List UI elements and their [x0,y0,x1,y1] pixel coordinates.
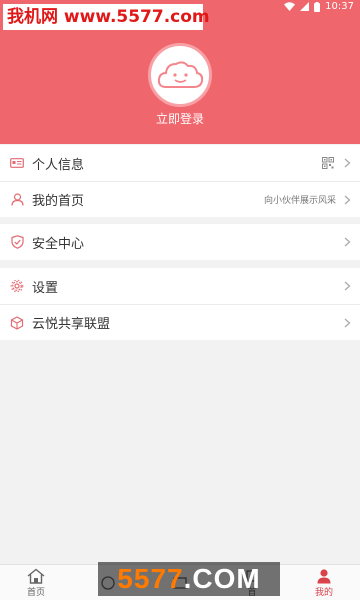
menu-group-settings: 设置 云悦共享联盟 [0,268,360,340]
profile-header: 立即登录 [0,16,360,144]
login-link[interactable]: 立即登录 [0,110,360,127]
menu-item-my-homepage[interactable]: 我的首页 向小伙伴展示风采 [0,181,360,217]
signal-icon [300,2,310,11]
menu-label: 安全中心 [32,236,85,252]
menu-label: 我的首页 [32,194,85,209]
menu-group-profile: 个人信息 我的首页 向小伙伴展示风采 [0,145,360,217]
menu-item-security-center[interactable]: 安全中心 [0,224,360,260]
menu-item-settings[interactable]: 设置 [0,268,360,304]
menu-item-personal-info[interactable]: 个人信息 [0,145,360,181]
nav-label: 首页 [26,588,45,598]
watermark-top: 我机网 www.5577.com [3,4,210,30]
watermark-domain: .COM [183,563,261,594]
watermark-number: 5577 [117,563,184,594]
watermark-bottom: 5577 .COM [98,562,280,596]
gear-icon [10,279,24,293]
status-icons: 10:37 [284,1,354,12]
menu-group-security: 安全中心 [0,224,360,260]
cube-icon [10,315,24,330]
status-time: 10:37 [325,1,354,12]
cloud-avatar-icon [157,61,204,88]
id-card-icon [10,156,24,170]
menu-label: 云悦共享联盟 [32,317,111,332]
chevron-right-icon [342,237,352,247]
nav-label: 我的 [314,588,333,598]
chevron-right-icon [342,281,352,291]
wifi-icon [284,2,296,11]
avatar[interactable] [148,43,212,107]
menu-hint: 向小伙伴展示风采 [263,196,336,206]
profile-icon [316,567,332,585]
user-icon [10,193,24,207]
chevron-right-icon [342,195,352,205]
battery-icon [314,1,321,12]
chevron-right-icon [342,318,352,328]
menu-label: 个人信息 [32,157,85,173]
qr-code-icon [322,157,334,169]
chevron-right-icon [342,158,352,168]
menu-label: 设置 [32,280,59,296]
menu-item-alliance[interactable]: 云悦共享联盟 [0,304,360,340]
nav-item-mine[interactable]: 我的 [288,565,360,600]
home-icon [26,567,46,585]
shield-icon [10,235,24,249]
nav-item-home[interactable]: 首页 [0,565,72,600]
